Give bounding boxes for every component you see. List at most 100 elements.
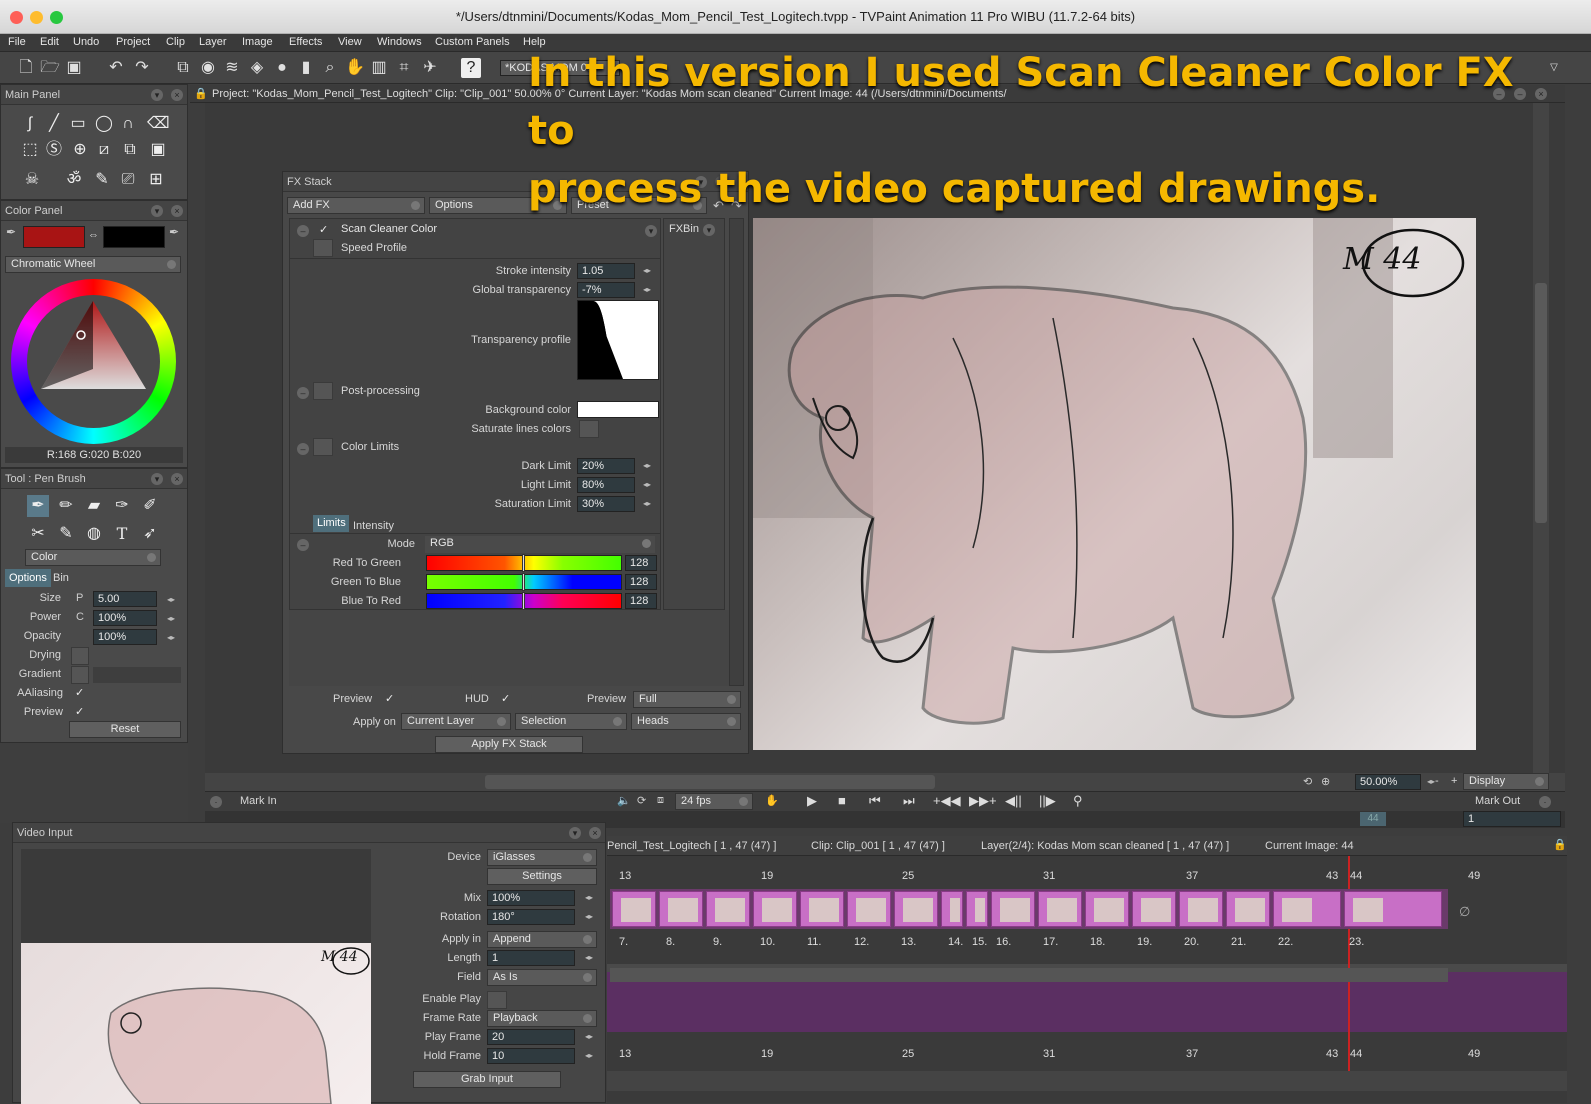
- swap-colors-icon[interactable]: ⇔: [88, 229, 99, 241]
- frame-rate-dropdown[interactable]: Playback: [487, 1010, 597, 1027]
- mark-in-label[interactable]: Mark In: [240, 795, 277, 807]
- zoom-out-button[interactable]: -: [1435, 775, 1439, 787]
- timeline-frame[interactable]: [706, 891, 750, 927]
- fxbin-label[interactable]: FXBin: [669, 223, 699, 235]
- green-to-blue-handle[interactable]: [522, 573, 525, 591]
- rotate-view-icon[interactable]: ⟲: [1303, 775, 1312, 788]
- post-processing-checkbox[interactable]: [313, 382, 333, 400]
- ellipse-tool-icon[interactable]: ◯: [93, 113, 115, 135]
- next-key-icon[interactable]: ▶▶+: [969, 793, 997, 809]
- size-stepper-icon[interactable]: ◂▸: [167, 595, 177, 605]
- previous-frame-icon[interactable]: ◀||: [1005, 793, 1022, 809]
- gradient-preview[interactable]: [93, 667, 181, 683]
- timeline-frame[interactable]: [612, 891, 656, 927]
- red-to-green-slider[interactable]: [426, 554, 622, 572]
- camera-tool-icon[interactable]: ▣: [147, 139, 169, 161]
- horizontal-scroll-thumb[interactable]: [485, 775, 935, 789]
- post-processing-collapse-icon[interactable]: –: [297, 387, 309, 399]
- light-limit-stepper-icon[interactable]: ◂▸: [643, 480, 653, 490]
- paper-tool-icon[interactable]: ⎚: [117, 169, 139, 191]
- secondary-color-swatch[interactable]: [103, 226, 165, 248]
- mark-out-label[interactable]: Mark Out: [1475, 795, 1520, 807]
- curve-tool-icon[interactable]: ∫: [19, 113, 41, 135]
- menu-clip[interactable]: Clip: [166, 36, 185, 48]
- play-frame-stepper-icon[interactable]: ◂▸: [585, 1032, 595, 1042]
- select-rect-icon[interactable]: ⬚: [19, 139, 41, 161]
- fps-dropdown[interactable]: 24 fps: [675, 793, 753, 810]
- zoom-in-button[interactable]: +: [1451, 775, 1457, 787]
- tab-bin[interactable]: Bin: [53, 572, 69, 584]
- menu-custom-panels[interactable]: Custom Panels: [435, 36, 510, 48]
- skull-tool-icon[interactable]: ☠: [21, 169, 43, 191]
- tool-color-mode-dropdown[interactable]: Color: [25, 549, 161, 566]
- size-field[interactable]: 5.00: [93, 591, 157, 607]
- play-icon[interactable]: ▶: [807, 793, 817, 809]
- crop-tool-icon[interactable]: ⧄: [93, 139, 115, 161]
- color-limits-checkbox[interactable]: [313, 438, 333, 456]
- pan-hand-icon[interactable]: ✋: [345, 58, 365, 78]
- layer-null-icon[interactable]: ∅: [1459, 904, 1470, 920]
- open-project-icon[interactable]: 🗁: [40, 58, 60, 78]
- saturation-limit-stepper-icon[interactable]: ◂▸: [643, 499, 653, 509]
- text-tool-icon[interactable]: T: [111, 523, 133, 545]
- chart-icon[interactable]: ⌗: [394, 58, 414, 78]
- tab-options[interactable]: Options: [5, 569, 51, 587]
- paint-brush-icon[interactable]: ✎: [55, 523, 77, 545]
- timeline-frame[interactable]: [847, 891, 891, 927]
- preview-quality-dropdown[interactable]: Full: [633, 691, 741, 708]
- loop-icon[interactable]: ⟳: [637, 794, 646, 807]
- video-input-close-icon[interactable]: ×: [589, 827, 601, 839]
- main-panel-menu-icon[interactable]: ▾: [151, 89, 163, 101]
- smudge-tool-icon[interactable]: ➶: [139, 523, 161, 545]
- timeline-frame[interactable]: [1273, 891, 1341, 927]
- scrub-hand-icon[interactable]: ✋: [765, 794, 779, 807]
- red-to-green-field[interactable]: 128: [625, 555, 657, 571]
- green-to-blue-slider[interactable]: [426, 573, 622, 591]
- sound-icon[interactable]: 🔈: [617, 794, 631, 807]
- timeline-frame[interactable]: [1085, 891, 1129, 927]
- aaliasing-check-icon[interactable]: ✓: [75, 686, 84, 699]
- apply-heads-dropdown[interactable]: Heads: [631, 713, 741, 730]
- new-project-icon[interactable]: 🗋: [16, 58, 36, 78]
- dark-limit-field[interactable]: 20%: [577, 458, 635, 474]
- menu-effects[interactable]: Effects: [289, 36, 322, 48]
- color-mode-dropdown[interactable]: Chromatic Wheel: [5, 256, 181, 273]
- water-drop-icon[interactable]: ◍: [83, 523, 105, 545]
- stroke-intensity-field[interactable]: 1.05: [577, 263, 635, 279]
- mark-out-toggle-icon[interactable]: ·: [1539, 796, 1551, 808]
- play-frame-field[interactable]: 20: [487, 1029, 575, 1045]
- vertical-scroll-thumb[interactable]: [1535, 283, 1547, 523]
- stack-icon[interactable]: ◈: [247, 58, 267, 78]
- saturate-lines-checkbox[interactable]: [579, 420, 599, 438]
- timeline-frame[interactable]: [1038, 891, 1082, 927]
- timeline-frame[interactable]: [800, 891, 844, 927]
- redo-icon[interactable]: ↷: [132, 58, 152, 78]
- main-panel-close-icon[interactable]: ×: [171, 89, 183, 101]
- timeline-frame[interactable]: [1179, 891, 1223, 927]
- effect-menu-icon[interactable]: ▾: [645, 225, 657, 237]
- settings-button[interactable]: Settings: [487, 868, 597, 885]
- enable-play-checkbox[interactable]: [487, 991, 507, 1009]
- hud-check-icon[interactable]: ✓: [501, 692, 510, 705]
- timeline-frame[interactable]: [1344, 891, 1442, 927]
- grid-tool-icon[interactable]: ⊞: [145, 169, 167, 191]
- gradient-checkbox[interactable]: [71, 666, 89, 684]
- pen-brush-icon[interactable]: ✒: [27, 495, 49, 517]
- stroke-intensity-stepper-icon[interactable]: ◂▸: [643, 266, 653, 276]
- canvas-image[interactable]: M 44: [753, 218, 1476, 750]
- help-icon[interactable]: ?: [461, 58, 481, 78]
- hold-frame-stepper-icon[interactable]: ◂▸: [585, 1051, 595, 1061]
- airbrush-icon[interactable]: ✐: [139, 495, 161, 517]
- rotation-stepper-icon[interactable]: ◂▸: [585, 912, 595, 922]
- power-curve-toggle[interactable]: C: [76, 611, 84, 623]
- next-frame-icon[interactable]: ||▶: [1039, 793, 1056, 809]
- color-panel-menu-icon[interactable]: ▾: [151, 205, 163, 217]
- primary-color-swatch[interactable]: [23, 226, 85, 248]
- hold-frame-field[interactable]: 10: [487, 1048, 575, 1064]
- ruler-icon[interactable]: ▮: [296, 58, 316, 78]
- lock-icon[interactable]: 🔒: [194, 87, 208, 100]
- menu-file[interactable]: File: [8, 36, 26, 48]
- saturation-triangle[interactable]: [11, 279, 176, 444]
- timeline-scrollbar[interactable]: [607, 1071, 1567, 1091]
- mark-in-toggle-icon[interactable]: ·: [210, 796, 222, 808]
